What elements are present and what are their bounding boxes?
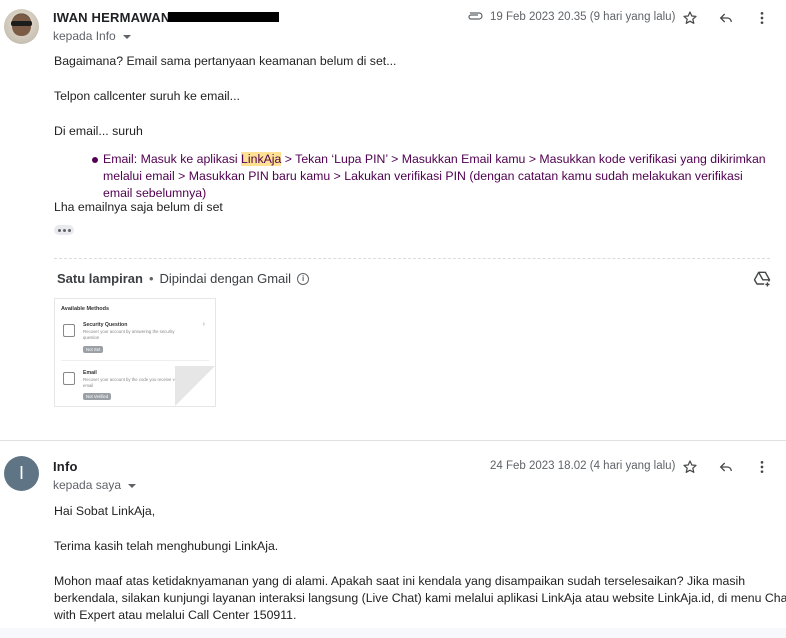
thumbnail-heading: Available Methods [61,306,110,312]
sender-avatar[interactable] [4,9,39,44]
recipient-details-toggle[interactable]: kepada Info [53,29,131,43]
method-badge: Not Verified [83,393,112,400]
method-desc: Recover your account by answering the se… [83,329,175,340]
attachment-divider [54,258,770,259]
body-paragraph: Hai Sobat LinkAja, [54,504,156,518]
more-vert-icon [760,461,764,473]
thumbnail-method-item: Security Question Recover your account b… [61,321,209,357]
reply-icon [719,13,732,23]
more-options-button[interactable] [752,8,772,28]
add-to-drive-icon[interactable] [752,269,772,289]
method-title: Security Question [83,322,128,328]
sender-avatar[interactable]: I [4,456,39,491]
bottom-edge [0,628,786,638]
redacted-email [168,12,279,22]
star-button[interactable] [680,457,700,477]
scanned-label: Dipindai dengan Gmail [159,271,292,286]
star-icon [683,460,697,473]
email-message-1: IWAN HERMAWAN kepada Info 19 Feb 2023 20… [0,0,786,440]
body-paragraph: Bagaimana? Email sama pertanyaan keamana… [54,54,397,68]
more-vert-icon [760,12,764,24]
body-paragraph-line: with Expert atau melalui Call Center 150… [54,608,297,622]
reply-button[interactable] [716,8,736,28]
highlighted-term: LinkAja [241,152,282,166]
more-options-button[interactable] [752,457,772,477]
paperclip-icon [468,12,483,20]
message-date: 19 Feb 2023 20.35 (9 hari yang lalu) [490,11,676,23]
shield-icon [63,324,75,337]
info-icon[interactable]: i [297,272,310,285]
method-badge: Not Set [83,346,104,353]
sender-name[interactable]: IWAN HERMAWAN [53,10,170,25]
instruction-list-item: Email: Masuk ke aplikasi LinkAja > Tekan… [103,151,773,202]
body-paragraph: Lha emailnya saja belum di set [54,200,223,214]
sender-name[interactable]: Info [53,459,78,474]
chevron-down-icon [128,483,137,488]
reply-button[interactable] [716,457,736,477]
show-trimmed-content-button[interactable] [54,225,74,235]
list-bullet [92,157,98,163]
star-icon [683,11,697,24]
separator-dot: • [148,271,154,286]
star-button[interactable] [680,8,700,28]
method-title: Email [83,370,97,376]
body-paragraph-line: berkendala, silakan kunjungi layanan int… [54,591,786,605]
body-paragraph: Di email... suruh [54,124,143,138]
page-fold [175,366,215,406]
body-paragraph: Telpon callcenter suruh ke email... [54,89,240,103]
method-desc: Recover your account by the code you rec… [83,377,179,388]
recipient-details-toggle[interactable]: kepada saya [53,478,137,492]
attachment-header: Satu lampiran • Dipindai dengan Gmail i [57,271,310,286]
chevron-right-icon: › [202,321,205,328]
recipient-label: kepada Info [53,29,116,43]
reply-icon [719,462,732,472]
chevron-down-icon [122,34,131,39]
list-text-prefix: Email: Masuk ke aplikasi [103,152,242,166]
attachment-thumbnail[interactable]: Available Methods Security Question Reco… [54,298,216,407]
attachment-count: Satu lampiran [57,271,143,286]
recipient-label: kepada saya [53,478,122,492]
body-paragraph: Terima kasih telah menghubungi LinkAja. [54,539,279,553]
body-paragraph-line: Mohon maaf atas ketidaknyamanan yang di … [54,574,746,588]
mail-icon [63,372,75,385]
message-separator [0,440,786,441]
message-date: 24 Feb 2023 18.02 (4 hari yang lalu) [490,460,676,472]
